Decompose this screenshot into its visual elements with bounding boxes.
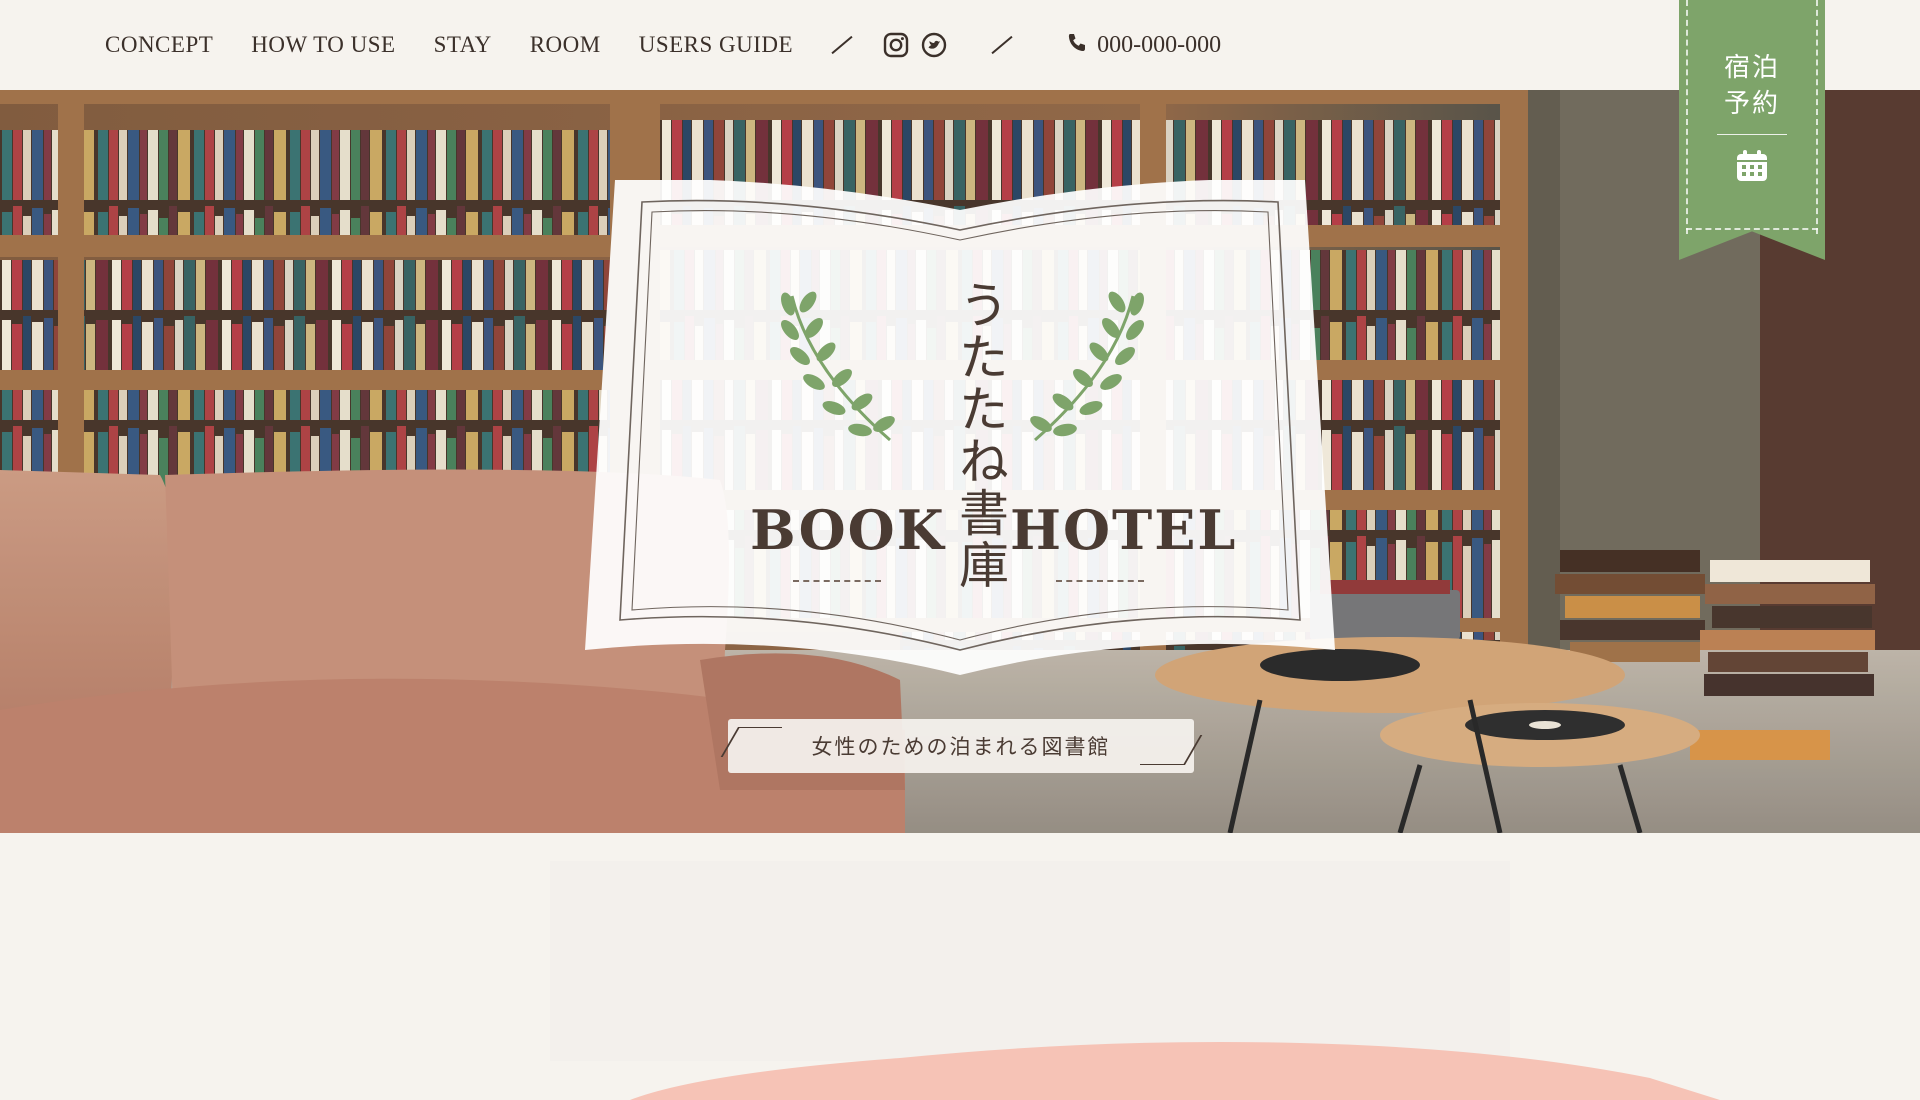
phone-link[interactable]: 000-000-000 bbox=[1053, 25, 1233, 65]
logo-underline-right bbox=[1056, 580, 1144, 582]
nav-item-stay[interactable]: STAY bbox=[434, 32, 492, 58]
site-header: CONCEPT HOW TO USE STAY ROOM USERS GUIDE bbox=[0, 0, 1920, 90]
ribbon-stitching-bottom bbox=[1686, 228, 1818, 230]
reservation-label-line2: 予約 bbox=[1723, 89, 1780, 119]
phone-icon bbox=[1065, 31, 1089, 60]
logo-underline-left bbox=[793, 580, 881, 582]
reservation-button[interactable]: 宿泊 予約 bbox=[1679, 0, 1825, 260]
phone-number: 000-000-000 bbox=[1097, 31, 1222, 58]
social-links bbox=[883, 32, 959, 58]
main-nav: CONCEPT HOW TO USE STAY ROOM USERS GUIDE bbox=[105, 0, 1233, 90]
twitter-icon[interactable] bbox=[921, 32, 947, 58]
nav-divider bbox=[991, 35, 1013, 55]
nav-divider bbox=[831, 35, 853, 55]
hero-tagline: 女性のための泊まれる図書館 bbox=[728, 719, 1194, 773]
nav-item-how-to-use[interactable]: HOW TO USE bbox=[251, 32, 395, 58]
tagline-corner-tl bbox=[738, 727, 782, 755]
reservation-label-line1: 宿泊 bbox=[1723, 53, 1780, 83]
calendar-icon bbox=[1679, 148, 1825, 184]
pink-brush-decoration bbox=[630, 1042, 1720, 1100]
reservation-divider bbox=[1717, 134, 1787, 135]
logo-title-japanese: うたたね書庫 bbox=[951, 279, 1009, 591]
laurel-right-icon bbox=[1030, 291, 1144, 442]
hero-tagline-text: 女性のための泊まれる図書館 bbox=[811, 735, 1111, 759]
logo-word-hotel: HOTEL bbox=[1010, 498, 1238, 562]
tagline-corner-br bbox=[1140, 737, 1184, 765]
logo-word-book: BOOK bbox=[750, 498, 946, 562]
nav-item-room[interactable]: ROOM bbox=[530, 32, 601, 58]
nav-item-users-guide[interactable]: USERS GUIDE bbox=[639, 32, 793, 58]
hero-section: うたたね書庫 BOOK HOTEL 女性のための泊まれる図書館 bbox=[0, 90, 1920, 833]
nav-item-concept[interactable]: CONCEPT bbox=[105, 32, 213, 58]
laurel-left-icon bbox=[781, 291, 895, 442]
instagram-icon[interactable] bbox=[883, 32, 909, 58]
concept-section bbox=[0, 833, 1920, 1100]
reservation-label: 宿泊 予約 bbox=[1679, 50, 1825, 122]
hotel-logo: うたたね書庫 BOOK HOTEL bbox=[580, 180, 1340, 680]
